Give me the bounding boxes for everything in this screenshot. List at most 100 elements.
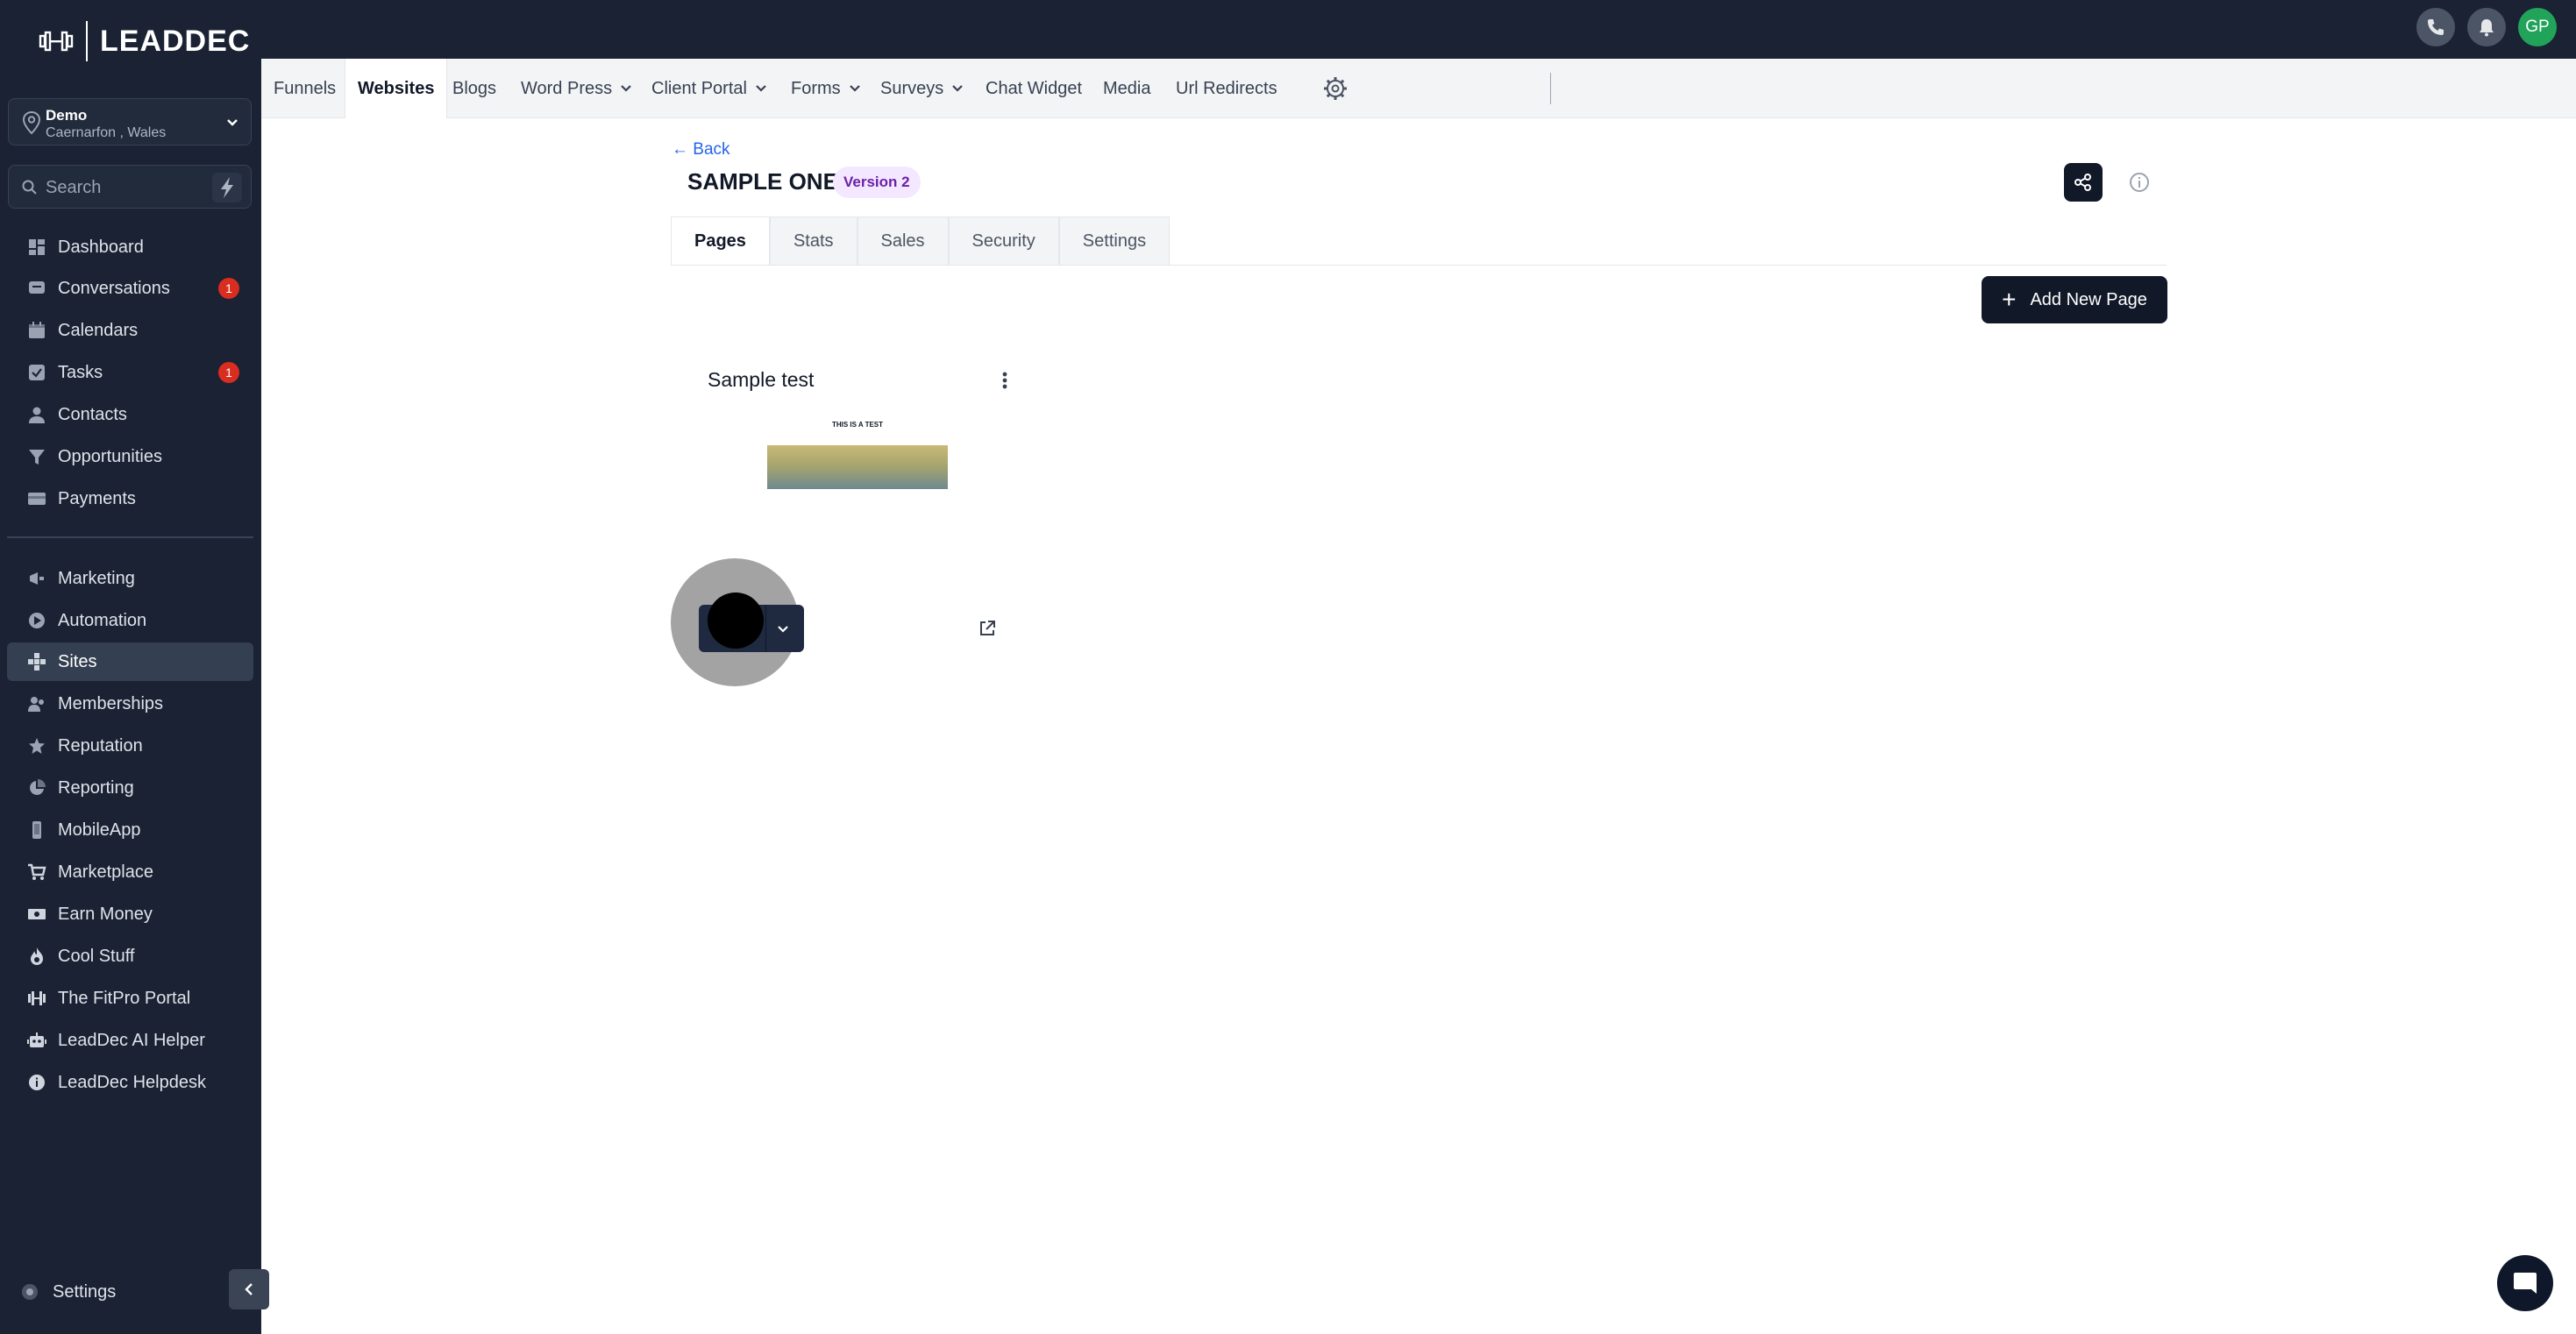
subnav-label: Client Portal bbox=[651, 78, 747, 98]
collapse-sidebar-button[interactable] bbox=[229, 1269, 269, 1309]
subnav-forms[interactable]: Forms bbox=[779, 59, 874, 118]
brand-logo[interactable]: LEADDEC bbox=[39, 19, 250, 63]
sidebar-item-label: Conversations bbox=[58, 278, 170, 298]
sidebar-item-label: Reporting bbox=[58, 777, 134, 798]
edit-page-split-button[interactable] bbox=[699, 592, 804, 652]
checkbox-icon bbox=[26, 362, 47, 383]
phone-icon bbox=[2428, 19, 2444, 35]
location-switcher[interactable]: Demo Caernarfon , Wales bbox=[8, 98, 252, 145]
open-preview-button[interactable] bbox=[961, 605, 1014, 652]
sidebar-item-mobileapp[interactable]: MobileApp bbox=[7, 811, 253, 849]
subnav-label: Funnels bbox=[274, 78, 337, 98]
subnav-blogs[interactable]: Blogs bbox=[440, 59, 509, 118]
subnav-wordpress[interactable]: Word Press bbox=[509, 59, 645, 118]
subnav-client-portal[interactable]: Client Portal bbox=[639, 59, 780, 118]
robot-icon bbox=[26, 1030, 47, 1051]
sidebar-item-tasks[interactable]: Tasks 1 bbox=[7, 353, 253, 392]
page-thumbnail[interactable]: THIS IS A TEST bbox=[767, 412, 948, 489]
back-link[interactable]: ← Back bbox=[672, 140, 730, 160]
share-button[interactable] bbox=[2064, 163, 2103, 202]
dumbbell-icon bbox=[39, 31, 74, 52]
filter-icon bbox=[26, 446, 47, 467]
sidebar-item-label: The FitPro Portal bbox=[58, 988, 191, 1008]
dumbbell-icon bbox=[26, 988, 47, 1009]
site-tabs: Pages Stats Sales Security Settings bbox=[671, 216, 1171, 266]
tab-settings[interactable]: Settings bbox=[1058, 216, 1171, 266]
sidebar-item-ai-helper[interactable]: LeadDec AI Helper bbox=[7, 1021, 253, 1060]
star-icon bbox=[26, 735, 47, 756]
sidebar-item-opportunities[interactable]: Opportunities bbox=[7, 437, 253, 476]
subnav-websites[interactable]: Websites bbox=[345, 59, 448, 118]
subnav-label: Surveys bbox=[880, 78, 944, 98]
sidebar-item-helpdesk[interactable]: LeadDec Helpdesk bbox=[7, 1063, 253, 1102]
automation-icon bbox=[26, 610, 47, 631]
sidebar-item-label: Calendars bbox=[58, 320, 139, 340]
sidebar-item-automation[interactable]: Automation bbox=[7, 601, 253, 640]
sidebar-item-memberships[interactable]: Memberships bbox=[7, 685, 253, 723]
mobile-phone-icon bbox=[26, 820, 47, 841]
location-address: Caernarfon , Wales bbox=[46, 125, 167, 140]
search-input[interactable] bbox=[44, 174, 202, 201]
sidebar-item-label: Dashboard bbox=[58, 237, 144, 257]
credit-card-icon bbox=[26, 488, 47, 509]
sidebar-item-conversations[interactable]: Conversations 1 bbox=[7, 269, 253, 308]
quick-action-bolt-icon[interactable] bbox=[212, 173, 242, 202]
sidebar-item-label: Reputation bbox=[58, 735, 143, 756]
settings-dot-icon bbox=[19, 1281, 40, 1302]
subnav-label: Url Redirects bbox=[1176, 78, 1277, 98]
sidebar-item-cool-stuff[interactable]: Cool Stuff bbox=[7, 937, 253, 976]
sites-icon bbox=[26, 651, 47, 672]
chevron-down-icon[interactable] bbox=[774, 620, 792, 637]
tab-stats[interactable]: Stats bbox=[769, 216, 857, 266]
sidebar-item-sites[interactable]: Sites bbox=[7, 642, 253, 681]
sidebar-item-reporting[interactable]: Reporting bbox=[7, 769, 253, 807]
info-circle-icon bbox=[26, 1072, 47, 1093]
more-options-icon[interactable] bbox=[995, 368, 1014, 393]
subnav-label: Media bbox=[1103, 78, 1151, 98]
page-title: SAMPLE ONE bbox=[687, 168, 838, 195]
user-avatar[interactable]: GP bbox=[2518, 8, 2557, 46]
sidebar-item-label: Settings bbox=[53, 1281, 117, 1302]
tab-pages[interactable]: Pages bbox=[671, 216, 770, 266]
chevron-down-icon bbox=[952, 85, 964, 92]
sidebar-item-marketplace[interactable]: Marketplace bbox=[7, 853, 253, 891]
chat-widget-button[interactable] bbox=[2497, 1255, 2553, 1311]
chevron-down-icon bbox=[849, 85, 860, 92]
add-new-page-button[interactable]: + Add New Page bbox=[1982, 276, 2167, 323]
tab-sales[interactable]: Sales bbox=[857, 216, 949, 266]
sidebar-item-label: Marketplace bbox=[58, 862, 153, 882]
sidebar-item-reputation[interactable]: Reputation bbox=[7, 727, 253, 765]
sidebar-item-marketing[interactable]: Marketing bbox=[7, 559, 253, 598]
subnav-url-redirects[interactable]: Url Redirects bbox=[1163, 59, 1290, 118]
plus-icon: + bbox=[2002, 286, 2017, 313]
subnav-label: Chat Widget bbox=[986, 78, 1083, 98]
info-icon[interactable] bbox=[2127, 170, 2152, 195]
user-icon bbox=[26, 404, 47, 425]
subnav-label: Blogs bbox=[452, 78, 497, 98]
tab-security[interactable]: Security bbox=[948, 216, 1059, 266]
sidebar-item-payments[interactable]: Payments bbox=[7, 479, 253, 518]
sidebar-item-settings[interactable]: Settings bbox=[7, 1273, 116, 1311]
sidebar-item-label: MobileApp bbox=[58, 820, 141, 840]
sidebar-item-earn-money[interactable]: Earn Money bbox=[7, 895, 253, 933]
sidebar-item-label: LeadDec AI Helper bbox=[58, 1030, 205, 1050]
subnav-surveys[interactable]: Surveys bbox=[868, 59, 977, 118]
page-name: Sample test bbox=[708, 368, 815, 391]
subnav-chat-widget[interactable]: Chat Widget bbox=[973, 59, 1094, 118]
bell-icon bbox=[2480, 19, 2494, 37]
notifications-button[interactable] bbox=[2467, 8, 2506, 46]
sidebar-item-label: Opportunities bbox=[58, 446, 162, 466]
subnav-media[interactable]: Media bbox=[1091, 59, 1163, 118]
sidebar-item-dashboard[interactable]: Dashboard bbox=[7, 228, 253, 266]
sidebar-item-fitpro-portal[interactable]: The FitPro Portal bbox=[7, 979, 253, 1018]
sidebar-item-contacts[interactable]: Contacts bbox=[7, 395, 253, 434]
phone-button[interactable] bbox=[2416, 8, 2455, 46]
gear-icon[interactable] bbox=[1322, 75, 1348, 102]
sidebar-item-label: Payments bbox=[58, 488, 136, 508]
shopping-cart-icon bbox=[26, 862, 47, 883]
version-badge[interactable]: Version 2 bbox=[833, 167, 921, 198]
subnav-separator bbox=[1550, 73, 1551, 104]
subnav-funnels[interactable]: Funnels bbox=[261, 59, 348, 118]
sidebar: LEADDEC Demo Caernarfon , Wales Dashboar… bbox=[0, 0, 269, 1334]
sidebar-item-calendars[interactable]: Calendars bbox=[7, 311, 253, 350]
